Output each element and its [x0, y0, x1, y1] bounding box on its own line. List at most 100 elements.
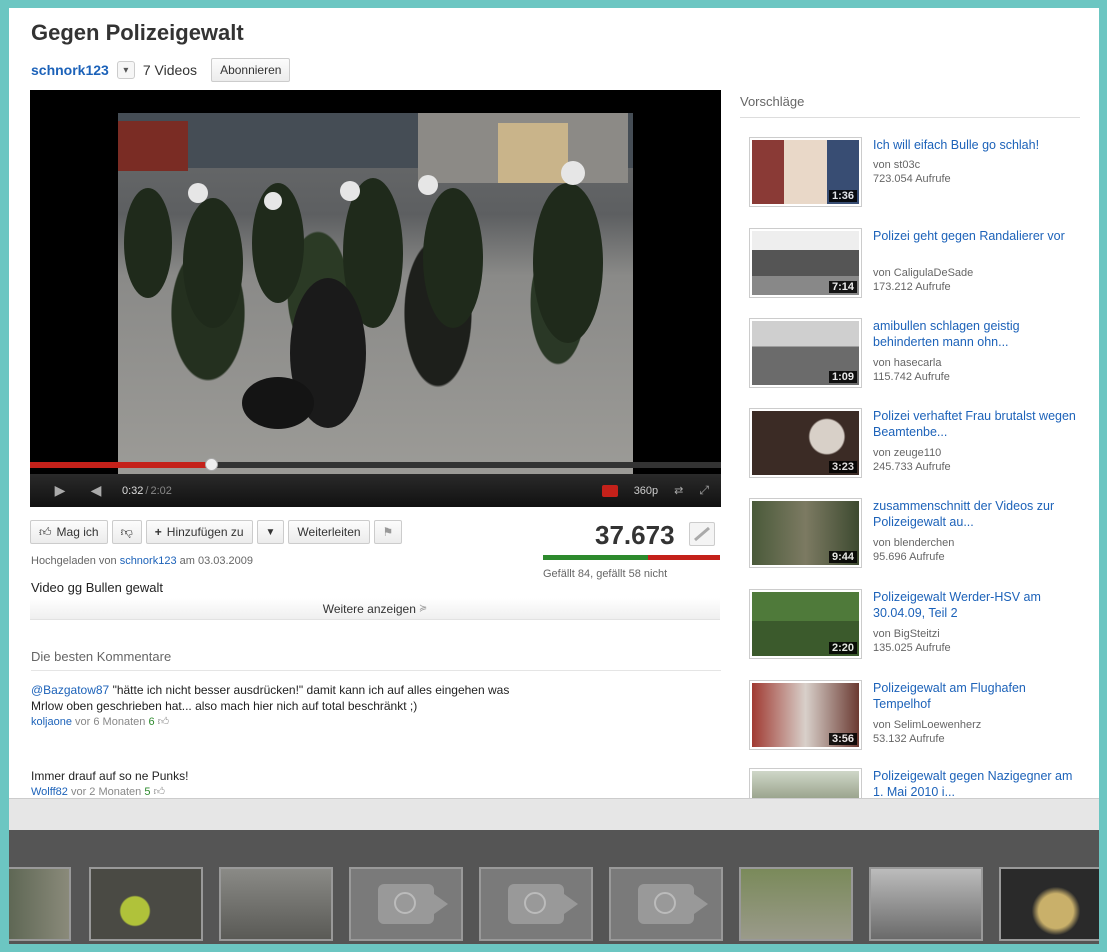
add-to-button[interactable]: + Hinzufügen zu — [145, 520, 253, 544]
show-more-button[interactable]: Weitere anzeigen ≽ — [30, 598, 720, 620]
loop-icon[interactable]: ⇄ — [674, 484, 683, 497]
play-icon[interactable]: ▶ — [42, 482, 78, 499]
filmstrip-thumbnail[interactable] — [219, 867, 333, 941]
upload-prefix: Hochgeladen von — [31, 555, 117, 567]
filmstrip-thumbnail[interactable] — [999, 867, 1099, 941]
filmstrip-thumbnail[interactable] — [869, 867, 983, 941]
suggestion-thumbnail[interactable]: 1:36 — [749, 137, 862, 207]
youtube-page: Gegen Polizeigewalt schnork123 ▾ 7 Video… — [9, 8, 1099, 944]
double-chevron-down-icon: ≽ — [418, 603, 428, 614]
suggestion-views: 135.025 Aufrufe — [873, 642, 951, 654]
like-dislike-bar — [543, 555, 720, 560]
suggestion-views: 53.132 Aufrufe — [873, 733, 945, 745]
duration-badge: 1:36 — [828, 190, 857, 202]
progress-handle[interactable] — [205, 458, 219, 471]
uploader-link[interactable]: schnork123 — [120, 555, 177, 567]
upload-date: am 03.03.2009 — [179, 555, 254, 567]
subscribe-button[interactable]: Abonnieren — [211, 58, 291, 82]
annotations-icon[interactable] — [601, 484, 618, 497]
like-button[interactable]: 👍︎ Mag ich — [30, 520, 108, 544]
flag-button[interactable]: ⚑ — [373, 520, 403, 544]
suggestion-thumbnail[interactable]: 9:44 — [749, 498, 862, 568]
comment-votes: 5 — [144, 786, 151, 798]
thumbs-up-icon[interactable]: 👍︎ — [154, 786, 166, 798]
filmstrip-placeholder[interactable] — [349, 867, 463, 941]
suggestion-item[interactable]: 2:20 Polizeigewalt Werder-HSV am 30.04.0… — [749, 589, 1089, 665]
player-controls: ▶ ◀ 0:32 / 2:02 360p ⇄ ⤢ — [30, 474, 721, 507]
suggestion-title[interactable]: Polizei verhaftet Frau brutalst wegen Be… — [873, 408, 1083, 440]
bottom-overlay-bar — [9, 798, 1099, 830]
filmstrip-placeholder[interactable] — [609, 867, 723, 941]
plus-icon: + — [154, 525, 162, 539]
suggestion-title[interactable]: Polizeigewalt gegen Nazigegner am 1. Mai… — [873, 768, 1083, 800]
progress-bar[interactable] — [30, 458, 721, 471]
suggestion-item[interactable]: 1:09 amibullen schlagen geistig behinder… — [749, 318, 1089, 394]
time-separator: / — [145, 484, 149, 497]
suggestion-author: von CaligulaDeSade — [873, 267, 974, 279]
volume-icon[interactable]: ◀ — [78, 482, 114, 499]
filmstrip-thumbnail[interactable] — [9, 867, 71, 941]
stats-button[interactable] — [689, 522, 715, 546]
add-to-label: Hinzufügen zu — [166, 525, 244, 539]
duration-badge: 9:44 — [828, 551, 857, 563]
share-button[interactable]: Weiterleiten — [288, 520, 370, 544]
thumbs-down-icon: 👎︎ — [120, 524, 133, 539]
dislike-button[interactable]: 👎︎ — [111, 520, 142, 544]
quality-button[interactable]: 360p — [634, 485, 658, 497]
filmstrip-thumbnail[interactable] — [739, 867, 853, 941]
suggestion-views: 95.696 Aufrufe — [873, 551, 945, 563]
filmstrip-placeholder[interactable] — [479, 867, 593, 941]
thumbnail-image: 7:14 — [752, 231, 859, 295]
comment-body: Immer drauf auf so ne Punks! — [31, 768, 521, 784]
fullscreen-icon[interactable]: ⤢ — [699, 483, 709, 498]
suggestion-author: von hasecarla — [873, 357, 942, 369]
suggestion-thumbnail[interactable]: 7:14 — [749, 228, 862, 298]
channel-link[interactable]: schnork123 — [31, 62, 109, 78]
filmstrip-thumbnail[interactable] — [89, 867, 203, 941]
thumbnail-image: 2:20 — [752, 592, 859, 656]
like-dislike-text: Gefällt 84, gefällt 58 nicht — [543, 568, 668, 580]
suggestion-thumbnail[interactable]: 2:20 — [749, 589, 862, 659]
suggestion-thumbnail[interactable]: 1:09 — [749, 318, 862, 388]
comment-author-link[interactable]: koljaone — [31, 716, 72, 728]
like-label: Mag ich — [56, 525, 99, 539]
comment-mention-link[interactable]: @Bazgatow87 — [31, 683, 109, 697]
comment-text: Immer drauf auf so ne Punks! — [31, 769, 189, 783]
show-more-label: Weitere anzeigen — [322, 601, 416, 616]
thumbnail-image: 3:56 — [752, 683, 859, 747]
duration-badge: 1:09 — [828, 371, 857, 383]
add-to-dropdown-button[interactable]: ▼ — [256, 520, 285, 544]
suggestion-item[interactable]: 3:56 Polizeigewalt am Flughafen Tempelho… — [749, 680, 1089, 756]
suggestion-item[interactable]: 9:44 zusammenschnitt der Videos zur Poli… — [749, 498, 1089, 574]
suggestion-item[interactable]: 7:14 Polizei geht gegen Randalierer vor … — [749, 228, 1089, 304]
suggestion-author: von st03c — [873, 159, 921, 171]
stats-icon — [694, 526, 710, 542]
channel-expand-button[interactable]: ▾ — [116, 61, 135, 79]
suggestion-title[interactable]: Polizei geht gegen Randalierer vor — [873, 228, 1083, 244]
video-player[interactable]: ▶ ◀ 0:32 / 2:02 360p ⇄ ⤢ — [30, 90, 721, 507]
suggestion-item[interactable]: 3:23 Polizei verhaftet Frau brutalst weg… — [749, 408, 1089, 484]
thumbs-up-icon[interactable]: 👍︎ — [158, 716, 170, 728]
suggestion-title[interactable]: amibullen schlagen geistig behinderten m… — [873, 318, 1083, 350]
videos-count: 7 Videos — [142, 62, 198, 78]
comments-heading: Die besten Kommentare — [31, 649, 721, 671]
video-frame[interactable] — [118, 113, 633, 475]
suggestion-title[interactable]: Polizeigewalt am Flughafen Tempelhof — [873, 680, 1083, 712]
suggestion-thumbnail[interactable]: 3:56 — [749, 680, 862, 750]
suggestion-author: von zeuge110 — [873, 447, 942, 459]
suggestion-item[interactable]: 1:36 Ich will eifach Bulle go schlah! vo… — [749, 137, 1089, 213]
suggestion-title[interactable]: Polizeigewalt Werder-HSV am 30.04.09, Te… — [873, 589, 1083, 621]
suggestion-author: von blenderchen — [873, 537, 955, 549]
suggestion-title[interactable]: zusammenschnitt der Videos zur Polizeige… — [873, 498, 1083, 530]
suggestion-title[interactable]: Ich will eifach Bulle go schlah! — [873, 137, 1083, 153]
comment-meta: koljaone vor 6 Monaten 6 👍︎ — [31, 714, 521, 730]
channel-row: schnork123 ▾ 7 Videos Abonnieren — [31, 58, 291, 82]
comment-author-link[interactable]: Wolff82 — [31, 786, 68, 798]
suggestion-thumbnail[interactable]: 3:23 — [749, 408, 862, 478]
thumbnail-image: 9:44 — [752, 501, 859, 565]
flag-icon: ⚑ — [382, 525, 394, 539]
video-camera-icon — [638, 884, 708, 924]
like-ratio-fill — [543, 555, 648, 560]
thumbnail-image: 3:23 — [752, 411, 859, 475]
video-scene-image — [118, 113, 633, 429]
